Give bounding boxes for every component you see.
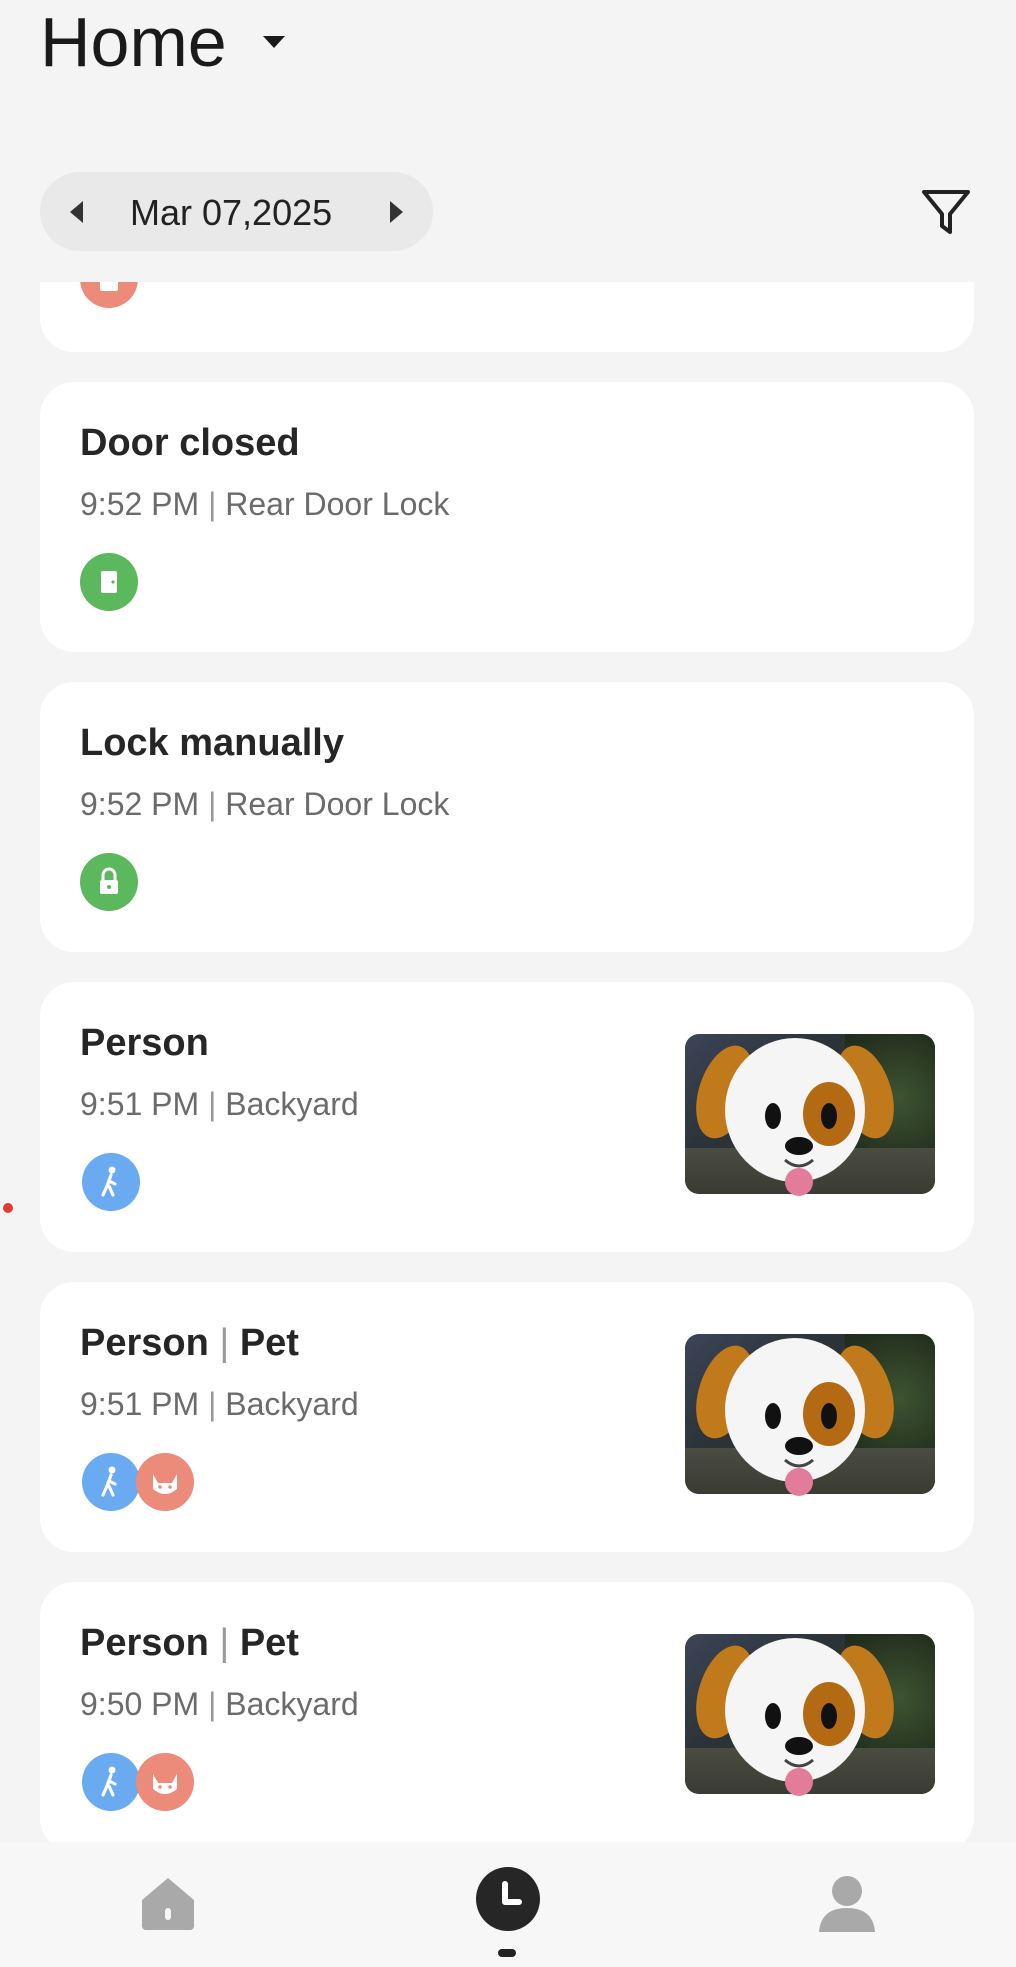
- lock-icon: [80, 282, 138, 308]
- event-title: Person | Pet: [80, 1322, 299, 1365]
- event-time: 9:52 PM: [80, 486, 200, 522]
- event-type: Person: [80, 1322, 209, 1364]
- event-time: 9:52 PM: [80, 786, 200, 822]
- profile-icon[interactable]: [815, 1872, 879, 1936]
- event-thumbnail[interactable]: [685, 1034, 935, 1196]
- separator: |: [219, 1622, 230, 1664]
- active-tab-indicator: [498, 1949, 516, 1957]
- separator: |: [219, 1322, 230, 1364]
- event-title: Door closed: [80, 422, 300, 464]
- event-meta: 9:52 PM | Rear Door Lock: [80, 486, 449, 523]
- event-device: Rear Door Lock: [225, 786, 450, 822]
- event-meta: 9:51 PM | Backyard: [80, 1086, 359, 1123]
- notification-dot: [3, 1203, 13, 1213]
- event-device: Rear Door Lock: [225, 486, 450, 522]
- pet-icon: [136, 1453, 194, 1511]
- event-time: 9:51 PM: [80, 1386, 200, 1422]
- date-selector: Mar 07,2025: [40, 172, 433, 251]
- person-walking-icon: [82, 1153, 140, 1211]
- header: Home Mar 07,2025: [0, 0, 1016, 282]
- filter-icon[interactable]: [918, 184, 974, 240]
- event-title: Person | Pet: [80, 1622, 299, 1665]
- bottom-tab-bar: [0, 1842, 1016, 1967]
- person-walking-icon: [82, 1753, 140, 1811]
- page-title[interactable]: Home: [40, 0, 227, 84]
- door-icon: [80, 553, 138, 611]
- event-list[interactable]: Door closed 9:52 PM | Rear Door Lock Loc…: [0, 282, 1016, 1842]
- event-title: Lock manually: [80, 722, 344, 764]
- event-device: Backyard: [225, 1686, 359, 1722]
- lock-icon: [80, 853, 138, 911]
- separator: |: [208, 786, 217, 822]
- separator: |: [208, 1386, 217, 1422]
- event-type: Person: [80, 1022, 209, 1064]
- history-clock-icon[interactable]: [475, 1866, 541, 1932]
- dog-emoji-icon: [696, 1338, 894, 1496]
- event-title: Person: [80, 1022, 209, 1065]
- event-card[interactable]: Person 9:51 PM | Backyard: [40, 982, 974, 1252]
- event-meta: 9:50 PM | Backyard: [80, 1686, 359, 1723]
- previous-day-icon[interactable]: [70, 201, 83, 223]
- event-type: Pet: [239, 1622, 299, 1664]
- event-card[interactable]: Lock manually 9:52 PM | Rear Door Lock: [40, 682, 974, 952]
- event-thumbnail[interactable]: [685, 1334, 935, 1496]
- event-device: Backyard: [225, 1386, 359, 1422]
- date-label[interactable]: Mar 07,2025: [130, 192, 332, 234]
- next-day-icon[interactable]: [390, 201, 403, 223]
- event-card[interactable]: Person | Pet 9:50 PM | Backyard: [40, 1582, 974, 1842]
- event-meta: 9:51 PM | Backyard: [80, 1386, 359, 1423]
- home-icon[interactable]: [136, 1872, 200, 1936]
- event-meta: 9:52 PM | Rear Door Lock: [80, 786, 449, 823]
- event-device: Backyard: [225, 1086, 359, 1122]
- person-walking-icon: [82, 1453, 140, 1511]
- separator: |: [208, 486, 217, 522]
- separator: |: [208, 1686, 217, 1722]
- dog-emoji-icon: [696, 1038, 894, 1196]
- event-time: 9:50 PM: [80, 1686, 200, 1722]
- event-thumbnail[interactable]: [685, 1634, 935, 1796]
- event-card[interactable]: Person | Pet 9:51 PM | Backyard: [40, 1282, 974, 1552]
- event-time: 9:51 PM: [80, 1086, 200, 1122]
- event-type: Person: [80, 1622, 209, 1664]
- event-card[interactable]: Door closed 9:52 PM | Rear Door Lock: [40, 382, 974, 652]
- event-type: Pet: [239, 1322, 299, 1364]
- caret-down-icon[interactable]: [263, 36, 285, 48]
- event-card[interactable]: [40, 282, 974, 352]
- pet-icon: [136, 1753, 194, 1811]
- dog-emoji-icon: [696, 1638, 894, 1796]
- separator: |: [208, 1086, 217, 1122]
